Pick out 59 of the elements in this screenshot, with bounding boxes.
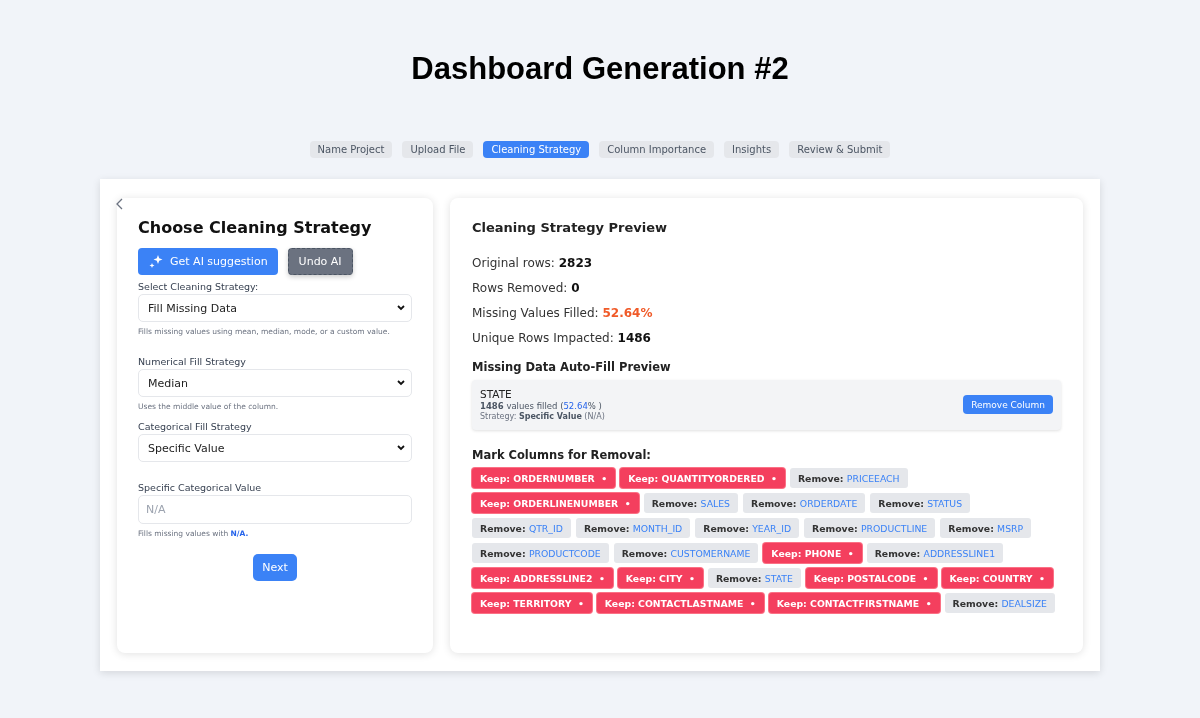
column-chip[interactable]: Remove: ORDERDATE	[742, 493, 866, 513]
strategy-line: Strategy: Specific Value (N/A)	[480, 412, 605, 421]
stat-line: Unique Rows Impacted: 1486	[472, 330, 652, 346]
column-chip[interactable]: Keep: ORDERNUMBER •	[472, 468, 616, 488]
page-title: Dashboard Generation #2	[411, 50, 789, 88]
chevron-down-icon	[397, 445, 405, 451]
column-chip[interactable]: Remove: PRODUCTCODE	[472, 543, 609, 563]
step-tab[interactable]: Review & Submit	[789, 141, 891, 158]
stat-line: Rows Removed: 0	[472, 280, 581, 296]
column-chip[interactable]: Remove: PRODUCTLINE	[804, 518, 936, 538]
ai-suggestion-button[interactable]: Get AI suggestion	[138, 248, 278, 275]
column-chip[interactable]: Keep: ORDERLINENUMBER •	[472, 493, 639, 513]
column-chip[interactable]: Keep: CONTACTFIRSTNAME •	[768, 593, 940, 613]
select-field[interactable]: Median	[138, 369, 412, 397]
column-chip[interactable]: Remove: YEAR_ID	[695, 518, 800, 538]
autofill-heading: Missing Data Auto-Fill Preview	[472, 360, 672, 374]
next-button[interactable]: Next	[253, 554, 297, 581]
column-chip[interactable]: Remove: DEALSIZE	[944, 593, 1055, 613]
undo-ai-button[interactable]: Undo AI	[287, 248, 353, 275]
step-tab[interactable]: Upload File	[402, 141, 474, 158]
select-field[interactable]: Fill Missing Data	[138, 294, 412, 322]
field-label: Numerical Fill Strategy	[138, 356, 247, 367]
field-label: Categorical Fill Strategy	[138, 421, 253, 432]
column-chip[interactable]: Remove: MONTH_ID	[575, 518, 691, 538]
step-tab[interactable]: Insights	[724, 141, 780, 158]
sparkle-icon	[148, 253, 164, 270]
stat-line: Original rows: 2823	[472, 255, 594, 271]
step-tab[interactable]: Name Project	[309, 141, 393, 158]
column-name: STATE	[480, 388, 513, 400]
column-chip[interactable]: Remove: MSRP	[940, 518, 1032, 538]
column-chip[interactable]: Keep: POSTALCODE •	[805, 568, 937, 588]
stat-line: Missing Values Filled: 52.64%	[472, 305, 654, 321]
step-tab[interactable]: Column Importance	[599, 141, 715, 158]
preview-heading: Cleaning Strategy Preview	[472, 220, 668, 235]
column-chip[interactable]: Remove: PRICEEACH	[789, 468, 908, 488]
select-field[interactable]: Specific Value	[138, 434, 412, 462]
column-chip[interactable]: Remove: QTR_ID	[472, 518, 571, 538]
column-chip[interactable]: Remove: STATE	[707, 568, 801, 588]
column-chip[interactable]: Remove: CUSTOMERNAME	[613, 543, 759, 563]
column-chip[interactable]: Remove: ADDRESSLINE1	[866, 543, 1004, 563]
step-tab[interactable]: Cleaning Strategy	[483, 141, 590, 158]
column-chip[interactable]: Keep: ADDRESSLINE2 •	[472, 568, 613, 588]
filled-count: 1486 values filled (52.64% )	[480, 401, 603, 411]
form-heading: Choose Cleaning Strategy	[138, 218, 373, 237]
column-chip[interactable]: Keep: QUANTITYORDERED •	[620, 468, 785, 488]
removal-heading: Mark Columns for Removal:	[472, 448, 652, 462]
column-chip[interactable]: Keep: CONTACTLASTNAME •	[596, 593, 764, 613]
remove-column-button[interactable]: Remove Column	[963, 395, 1053, 414]
field-label: Specific Categorical Value	[138, 482, 263, 493]
chevron-down-icon	[397, 305, 405, 311]
column-chip[interactable]: Keep: TERRITORY •	[472, 593, 592, 613]
chevron-down-icon	[397, 380, 405, 386]
column-chip[interactable]: Keep: PHONE •	[763, 543, 862, 563]
column-chip[interactable]: Remove: STATUS	[870, 493, 971, 513]
text-field[interactable]: N/A	[138, 495, 412, 524]
field-label: Select Cleaning Strategy:	[138, 281, 260, 292]
column-chip[interactable]: Keep: CITY •	[617, 568, 703, 588]
column-chip[interactable]: Keep: COUNTRY •	[941, 568, 1053, 588]
column-chip[interactable]: Remove: SALES	[643, 493, 738, 513]
